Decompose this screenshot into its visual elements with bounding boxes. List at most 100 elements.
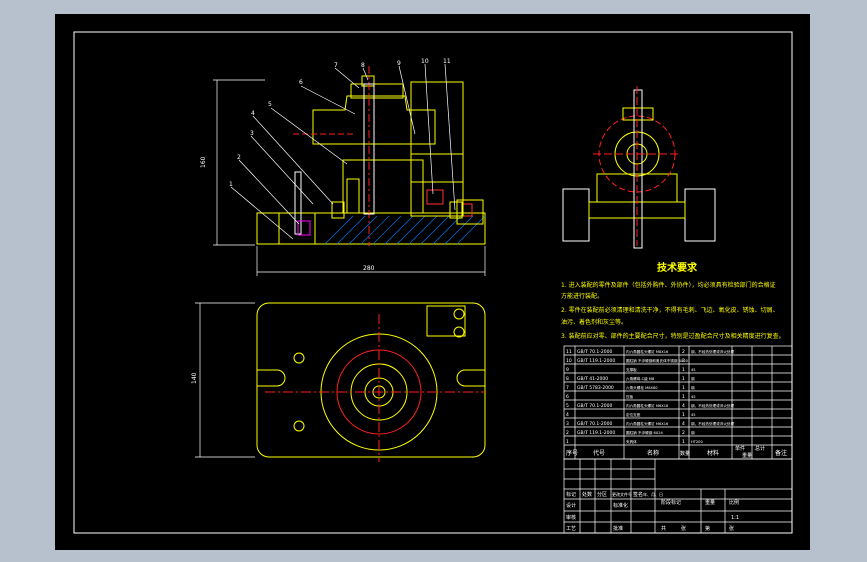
tb-zone: 分区 (597, 491, 607, 498)
bom-cell-no: 2 (566, 430, 569, 436)
tb-sheets-unit: 张 (681, 525, 686, 532)
tb-scale-value: 1:1 (731, 515, 739, 521)
bom-cell-qty: 2 (682, 349, 685, 355)
tb-change-doc: 更改文件号 (612, 491, 632, 497)
tb-batch: 批准 (613, 525, 623, 532)
tech-req-line-5: 3. 装配前应对零、部件的主要配合尺寸，特别是过盈配合尺寸及相关精度进行复查。 (561, 332, 785, 340)
bom-cell-no: 1 (566, 439, 569, 445)
bom-cell-material: 45 (691, 368, 696, 372)
bom-cell-no: 7 (566, 385, 569, 391)
bom-cell-material: 45 (691, 413, 696, 417)
cad-canvas: 160 280 1 2 3 4 5 6 7 8 9 10 11 140 技术要求… (73, 31, 793, 534)
bom-header-no: 序号 (566, 449, 578, 457)
bom-cell-name: 六角头螺栓 M8X80 (626, 385, 658, 390)
bom-cell-name: 圆柱销 不淬硬钢 6X24 (626, 430, 663, 435)
tb-sheet-no: 第 (705, 525, 710, 532)
bom-cell-qty: 2 (682, 430, 685, 436)
bom-cell-no: 4 (566, 412, 569, 418)
bom-cell-qty: 1 (682, 439, 685, 445)
bom-cell-name: 内六角圆柱头螺钉 M6X16 (626, 421, 669, 426)
bom-cell-material: 钢 (691, 430, 695, 435)
bom-cell-qty: 1 (682, 367, 685, 373)
tech-req-line-4: 油污、着色剂和灰尘等。 (561, 318, 627, 326)
balloon-3: 3 (250, 130, 254, 137)
bom-header-name: 名称 (647, 449, 659, 457)
tb-std: 标准化 (613, 502, 628, 509)
balloon-11: 11 (443, 58, 451, 65)
bom-cell-code: GB/T 119.1-2000 (577, 358, 615, 364)
bom-header-qty: 数量 (680, 450, 690, 457)
support-plate (410, 81, 464, 217)
balloon-5: 5 (268, 101, 272, 108)
tb-mark: 标记 (566, 491, 576, 498)
bom-cell-qty: 1 (682, 385, 685, 391)
tech-req-title: 技术要求 (657, 261, 698, 274)
bom-header-total: 总计 (755, 445, 765, 452)
bom-cell-qty: 4 (682, 421, 685, 427)
bom-cell-code: GB/T 70.1-2000 (577, 421, 613, 427)
drawing-sheet: 160 280 1 2 3 4 5 6 7 8 9 10 11 140 技术要求… (55, 14, 810, 550)
bom-cell-no: 9 (566, 367, 569, 373)
bom-header-unit: 单件 (735, 445, 745, 452)
bom-cell-qty: 4 (682, 403, 685, 409)
bom-cell-no: 6 (566, 394, 569, 400)
tb-process: 工艺 (566, 526, 576, 532)
bom-cell-material: 钢，不经热处理或淬火处理 (691, 403, 735, 408)
tb-count: 处数 (582, 491, 592, 498)
bom-rows: 11 GB/T 70.1-2000 内六角圆柱头螺钉 M8X16 2 钢，不经热处理或淬… (564, 349, 792, 446)
base-hatch (324, 215, 486, 245)
balloon-4: 4 (251, 110, 255, 117)
bom-cell-qty: 1 (682, 412, 685, 418)
bom-cell-material: 45 (691, 395, 696, 399)
balloon-labels: 1 2 3 4 5 6 7 8 9 10 11 (229, 58, 451, 188)
bom-cell-name: 支撑板 (626, 367, 637, 372)
bom-cell-material: 钢，不经热处理或淬火处理 (691, 349, 735, 354)
bom-cell-code: GB/T 70.1-2000 (577, 403, 613, 409)
bom-cell-no: 3 (566, 421, 569, 427)
bom-cell-name: 定位支座 (626, 412, 641, 417)
tb-scale: 比例 (729, 499, 739, 506)
bom-cell-code: GB/T 41-2000 (577, 376, 608, 382)
bom-header-mat: 材料 (707, 449, 719, 457)
bom-cell-no: 10 (566, 358, 572, 364)
bom-cell-no: 5 (566, 403, 569, 409)
tb-sheets-total: 共 (661, 525, 666, 532)
bom-cell-no: 8 (566, 376, 569, 382)
tb-weight: 重量 (705, 499, 715, 506)
top-dimensions (195, 302, 255, 458)
bom-cell-no: 11 (566, 349, 572, 355)
tech-req-line-2: 方能进行装配。 (561, 292, 603, 300)
tb-review: 审核 (566, 514, 576, 521)
bom-cell-name: 夹具体 (626, 439, 637, 444)
bom-cell-name: 内六角圆柱头螺钉 M8X16 (626, 349, 669, 354)
tech-req-line-3: 2. 零件在装配前必须清理和清洗干净，不得有毛刺、飞边、氧化皮、锈蚀、切屑、 (561, 306, 779, 314)
tb-sheet-unit: 张 (729, 525, 734, 532)
bom-header-code: 代号 (593, 449, 605, 457)
bom-cell-qty: 1 (682, 394, 685, 400)
tb-sign: 签名 (633, 491, 643, 498)
bom-cell-material: HT200 (691, 440, 703, 444)
balloon-6: 6 (299, 79, 303, 86)
balloon-10: 10 (421, 58, 429, 65)
tech-req-line-1: 1. 进入装配的零件及部件（包括外购件、外协件），均必须具有检验部门的合格证 (561, 281, 776, 289)
bom-cell-qty: 1 (682, 376, 685, 382)
side-view (562, 86, 716, 249)
tb-date: 年、月、日 (643, 491, 663, 497)
balloon-9: 9 (397, 60, 401, 67)
bom-cell-name: 圆柱销 不淬硬钢和奥氏体不锈钢 6X20 (626, 358, 689, 363)
bom-header: 序号 代号 名称 数量 材料 单件 总计 重量 备注 (566, 445, 787, 459)
bom-cell-code: GB/T 119.1-2000 (577, 430, 615, 436)
bom-header-remark: 备注 (775, 449, 787, 457)
bom-cell-name: 内六角圆柱头螺钉 M6X16 (626, 403, 669, 408)
balloon-2: 2 (237, 154, 241, 161)
tb-design: 设计 (566, 502, 576, 509)
bom-header-weight: 重量 (742, 452, 752, 459)
dim-top-height: 140 (191, 372, 198, 384)
balloon-7: 7 (334, 62, 338, 69)
bom-cell-material: 钢 (691, 376, 695, 381)
bom-cell-material: 钢 (691, 385, 695, 390)
bom-cell-qty: 2 (682, 358, 685, 364)
balloon-1: 1 (229, 181, 233, 188)
title-block-text: 标记 处数 分区 更改文件号 签名 年、月、日 设计 标准化 审核 工艺 批准 … (566, 491, 739, 532)
bom-cell-name: 六角螺母-C级 M8 (626, 376, 655, 381)
